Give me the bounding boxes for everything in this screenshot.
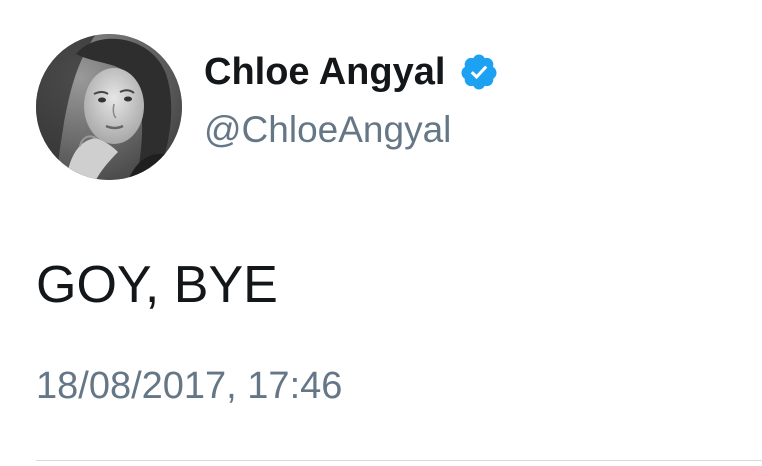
- tweet-text: GOY, BYE: [36, 256, 278, 314]
- display-name[interactable]: Chloe Angyal: [204, 53, 445, 91]
- tweet-card: Chloe Angyal @ChloeAngyal GOY, BYE 18/08…: [0, 0, 762, 466]
- author-handle[interactable]: @ChloeAngyal: [204, 111, 451, 148]
- profile-photo-icon: [36, 34, 182, 180]
- avatar[interactable]: [36, 34, 182, 180]
- verified-badge-icon: [459, 52, 499, 92]
- author-row: Chloe Angyal: [204, 52, 499, 92]
- divider: [36, 460, 762, 461]
- tweet-timestamp[interactable]: 18/08/2017, 17:46: [36, 367, 342, 405]
